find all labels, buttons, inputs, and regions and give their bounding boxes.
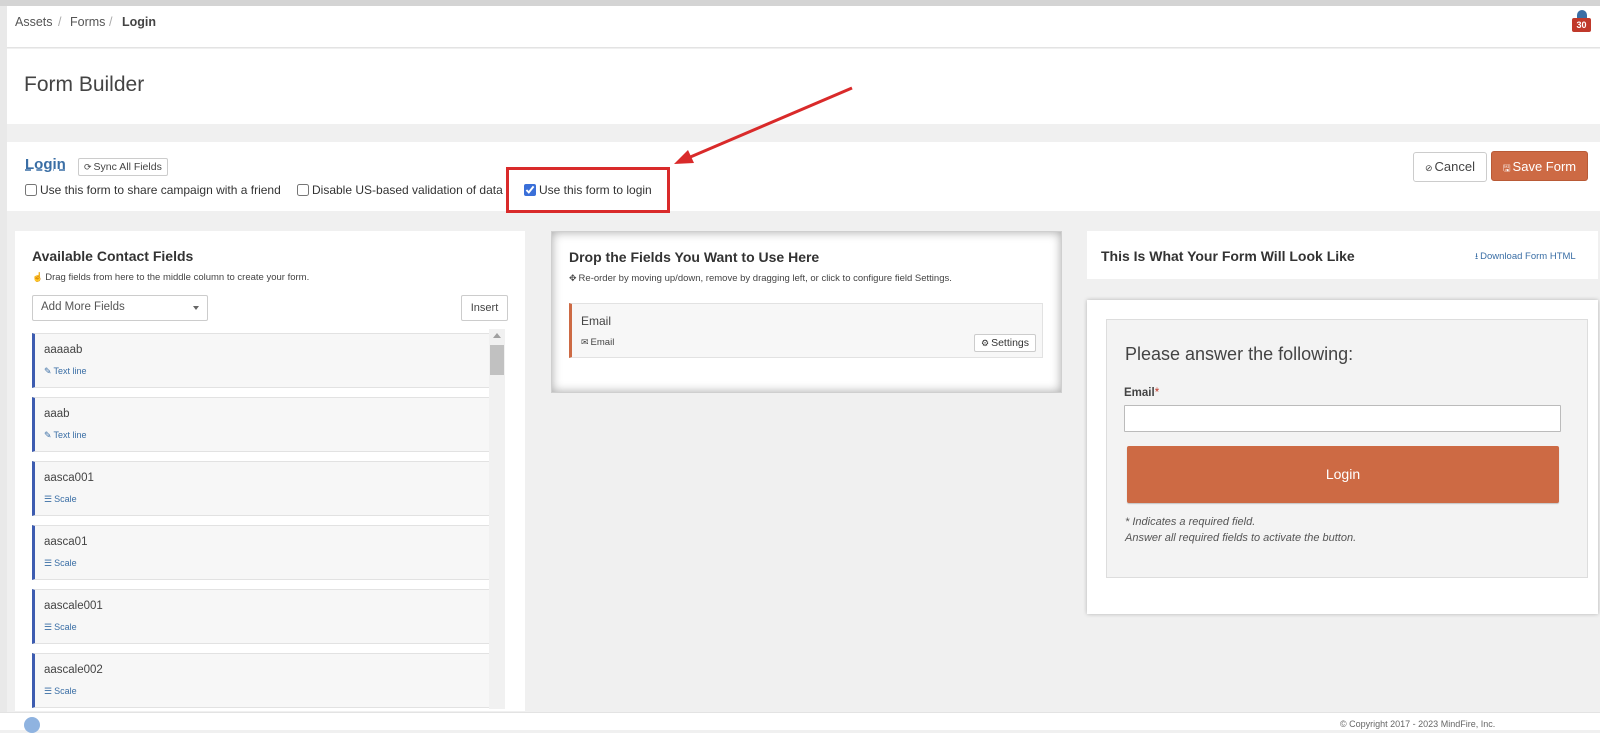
- fields-scrollbar[interactable]: [489, 329, 505, 709]
- drop-zone-panel[interactable]: Drop the Fields You Want to Use Here ✥ Re…: [551, 231, 1062, 393]
- ban-icon: ⊘: [1424, 163, 1433, 173]
- title-bar: Form Builder: [7, 49, 1600, 124]
- notification-button[interactable]: 30: [1572, 10, 1592, 36]
- field-item-aascale001[interactable]: aascale001 ☰ Scale: [32, 589, 492, 644]
- breadcrumb-bar: Assets / Forms / Login 30: [7, 6, 1600, 48]
- required-mark: *: [1154, 387, 1160, 399]
- form-preview: Please answer the following: Email* Logi…: [1106, 319, 1588, 578]
- disable-us-validation-label: Disable US-based validation of data: [312, 183, 503, 197]
- field-item-aaab[interactable]: aaab ✎ Text line: [32, 397, 492, 452]
- download-form-html-link[interactable]: ⭳ Download Form HTML: [1475, 249, 1576, 265]
- save-form-button[interactable]: 🖫 Save Form: [1491, 151, 1588, 181]
- field-type: ☰ Scale: [44, 494, 77, 504]
- breadcrumb-assets[interactable]: Assets: [15, 15, 53, 29]
- scroll-up-icon[interactable]: [493, 333, 501, 338]
- share-campaign-label: Use this form to share campaign with a f…: [40, 183, 281, 197]
- field-name: aascale002: [44, 664, 103, 676]
- left-edge-strip: [0, 6, 7, 730]
- breadcrumb-forms[interactable]: Forms: [70, 15, 105, 29]
- share-campaign-option[interactable]: Use this form to share campaign with a f…: [25, 183, 281, 197]
- drop-zone-hint: ✥ Re-order by moving up/down, remove by d…: [569, 273, 952, 284]
- edit-icon: ✎: [44, 430, 52, 440]
- available-fields-hint: ☝ Drag fields from here to the middle col…: [32, 272, 310, 283]
- insert-button[interactable]: Insert: [461, 295, 508, 321]
- sliders-icon: ☰: [44, 558, 53, 568]
- preview-email-input[interactable]: [1124, 405, 1561, 432]
- field-item-aasca01[interactable]: aasca01 ☰ Scale: [32, 525, 492, 580]
- field-name: aascale001: [44, 600, 103, 612]
- scrollbar-thumb[interactable]: [490, 345, 504, 375]
- form-settings-bar: Login ⟳ Sync All Fields Use this form to …: [7, 142, 1600, 211]
- footer: © Copyright 2017 - 2023 MindFire, Inc.: [0, 712, 1600, 733]
- preview-login-button[interactable]: Login: [1127, 446, 1559, 503]
- form-field-email[interactable]: Email ✉ Email ⚙ Settings: [569, 303, 1043, 358]
- field-name: aaaaab: [44, 344, 83, 356]
- preview-title: This Is What Your Form Will Look Like: [1101, 248, 1355, 264]
- breadcrumb-separator: /: [109, 15, 113, 29]
- field-type: ✎ Text line: [44, 366, 87, 376]
- field-type: ☰ Scale: [44, 686, 77, 696]
- field-item-aascale002[interactable]: aascale002 ☰ Scale: [32, 653, 492, 708]
- bell-icon: [1577, 10, 1587, 18]
- preview-header: This Is What Your Form Will Look Like ⭳ D…: [1087, 231, 1598, 279]
- refresh-icon: ⟳: [84, 162, 92, 172]
- page-title: Form Builder: [24, 73, 145, 96]
- sliders-icon: ☰: [44, 686, 53, 696]
- share-campaign-checkbox[interactable]: [25, 184, 37, 196]
- save-label: Save Form: [1512, 159, 1577, 174]
- form-field-type: ✉ Email: [581, 337, 615, 348]
- copyright-text: © Copyright 2017 - 2023 MindFire, Inc.: [1340, 719, 1496, 729]
- field-item-aasca001[interactable]: aasca001 ☰ Scale: [32, 461, 492, 516]
- field-name: aasca01: [44, 536, 88, 548]
- field-settings-button[interactable]: ⚙ Settings: [974, 334, 1036, 352]
- field-type: ✎ Text line: [44, 430, 87, 440]
- available-fields-list: aaaaab ✎ Text line aaab ✎ Text line aasca0…: [32, 333, 492, 711]
- drop-zone-title: Drop the Fields You Want to Use Here: [569, 249, 820, 265]
- activate-note: Answer all required fields to activate t…: [1125, 532, 1357, 544]
- disable-us-validation-option[interactable]: Disable US-based validation of data: [297, 183, 503, 197]
- breadcrumb-separator: /: [58, 15, 62, 29]
- highlight-box: [506, 167, 670, 213]
- field-type: ☰ Scale: [44, 622, 77, 632]
- cancel-label: Cancel: [1434, 159, 1475, 174]
- form-field-name: Email: [581, 314, 612, 328]
- sliders-icon: ☰: [44, 494, 53, 504]
- gear-icon: ⚙: [980, 338, 990, 348]
- envelope-icon: ✉: [581, 337, 589, 347]
- required-note: * Indicates a required field.: [1125, 516, 1256, 528]
- sync-all-fields-button[interactable]: ⟳ Sync All Fields: [78, 158, 168, 176]
- available-fields-title: Available Contact Fields: [32, 248, 194, 264]
- hand-drag-icon: ☝: [32, 272, 44, 282]
- field-name: aaab: [44, 408, 70, 420]
- notification-badge: 30: [1572, 18, 1591, 32]
- preview-email-label: Email*: [1124, 387, 1160, 399]
- field-type: ☰ Scale: [44, 558, 77, 568]
- available-fields-panel: Available Contact Fields ☝ Drag fields fr…: [15, 231, 525, 711]
- form-preview-card: Please answer the following: Email* Logi…: [1087, 300, 1598, 614]
- add-more-fields-dropdown[interactable]: Add More Fields: [32, 295, 208, 321]
- sliders-icon: ☰: [44, 622, 53, 632]
- disable-us-validation-checkbox[interactable]: [297, 184, 309, 196]
- help-chat-icon[interactable]: [24, 717, 40, 733]
- breadcrumb-current: Login: [122, 15, 157, 29]
- preview-heading: Please answer the following:: [1125, 344, 1354, 364]
- field-item-aaaaab[interactable]: aaaaab ✎ Text line: [32, 333, 492, 388]
- cancel-button[interactable]: ⊘ Cancel: [1413, 152, 1487, 182]
- arrows-icon: ✥: [569, 273, 577, 283]
- download-icon: ⭳: [1475, 251, 1479, 261]
- sync-label: Sync All Fields: [93, 161, 162, 173]
- add-more-fields-label: Add More Fields: [41, 301, 125, 313]
- form-name-editable[interactable]: Login: [25, 156, 66, 173]
- field-name: aasca001: [44, 472, 94, 484]
- floppy-icon: 🖫: [1502, 163, 1511, 173]
- edit-icon: ✎: [44, 366, 52, 376]
- chevron-down-icon: [193, 306, 199, 310]
